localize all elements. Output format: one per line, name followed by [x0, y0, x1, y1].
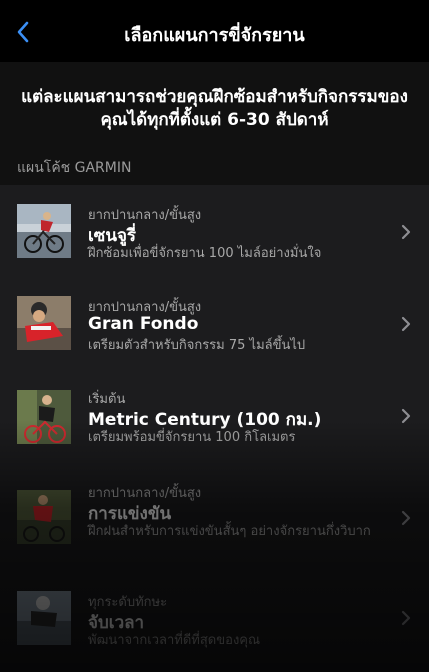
chevron-right-icon: [401, 408, 411, 424]
back-button[interactable]: [10, 16, 36, 48]
plan-row-gran-fondo[interactable]: ยากปานกลาง/ขั้นสูง Gran Fondo เตรียมตัวส…: [0, 277, 429, 369]
plan-description: ฝึกซ้อมเพื่อขี่จักรยาน 100 ไมล์อย่างมั่น…: [88, 246, 322, 261]
section-header: แผนโค้ช GARMIN: [17, 160, 132, 176]
plan-description: พัฒนาจากเวลาที่ดีที่สุดของคุณ: [88, 633, 261, 648]
navigation-bar: เลือกแผนการขี่จักรยาน: [0, 0, 429, 62]
chevron-right-icon: [401, 316, 411, 332]
intro-text: แต่ละแผนสามารถช่วยคุณฝึกซ้อมสำหรับกิจกรร…: [21, 87, 408, 130]
plan-thumbnail: [17, 591, 71, 645]
plan-description: เตรียมพร้อมขี่จักรยาน 100 กิโลเมตร: [88, 430, 296, 445]
chevron-right-icon: [401, 224, 411, 240]
plan-row-race[interactable]: ยากปานกลาง/ขั้นสูง การแข่งขัน ฝึกฝนสำหรั…: [0, 461, 429, 553]
chevron-right-icon: [401, 510, 411, 526]
plan-name: Gran Fondo: [88, 314, 199, 334]
plan-thumbnail: [17, 204, 71, 258]
plan-list: ยากปานกลาง/ขั้นสูง เซนจูรี่ ฝึกซ้อมเพื่อ…: [0, 185, 429, 672]
chevron-left-icon: [17, 21, 29, 43]
plan-thumbnail: [17, 490, 71, 544]
plan-thumbnail: [17, 390, 71, 444]
plan-row-time-trial[interactable]: ทุกระดับทักษะ จับเวลา พัฒนาจากเวลาที่ดีท…: [0, 571, 429, 663]
plan-row-metric-century[interactable]: เริ่มต้น Metric Century (100 กม.) เตรียม…: [0, 369, 429, 461]
plan-description: เตรียมตัวสำหรับกิจกรรม 75 ไมล์ขึ้นไป: [88, 338, 306, 353]
page-title: เลือกแผนการขี่จักรยาน: [124, 25, 305, 46]
plan-row-century[interactable]: ยากปานกลาง/ขั้นสูง เซนจูรี่ ฝึกซ้อมเพื่อ…: [0, 185, 429, 277]
plan-description: ฝึกฝนสำหรับการแข่งขันสั้นๆ อย่างจักรยานก…: [88, 524, 371, 539]
chevron-right-icon: [401, 610, 411, 626]
content-area: แต่ละแผนสามารถช่วยคุณฝึกซ้อมสำหรับกิจกรร…: [0, 62, 429, 672]
plan-thumbnail: [17, 296, 71, 350]
